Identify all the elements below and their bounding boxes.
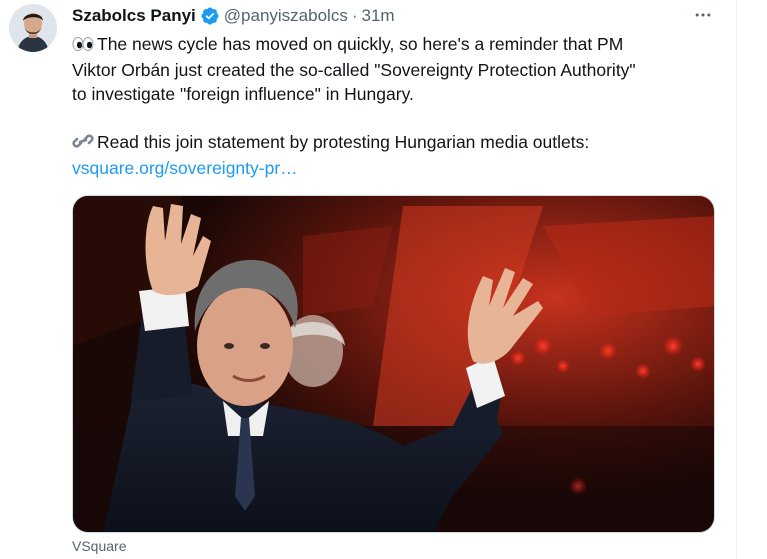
eyes-emoji-icon (72, 34, 94, 58)
author-name[interactable]: Szabolcs Panyi (72, 6, 196, 26)
avatar[interactable] (9, 4, 57, 52)
verified-badge-icon (200, 6, 220, 26)
author-handle[interactable]: @panyiszabolcs (224, 6, 348, 26)
tweet[interactable]: Szabolcs Panyi @panyiszabolcs · 31m The … (0, 0, 767, 559)
tweet-text-line-4: Read this join statement by protesting H… (97, 132, 590, 152)
more-options-icon[interactable] (686, 4, 720, 26)
avatar-image (9, 4, 57, 52)
tweet-header: Szabolcs Panyi @panyiszabolcs · 31m (72, 5, 395, 27)
card-photo (73, 196, 714, 532)
tweet-text-line-2: Viktor Orbán just created the so-called … (72, 60, 636, 80)
text-line: The news cycle has moved on quickly, so … (72, 32, 732, 58)
tweet-text-line-1: The news cycle has moved on quickly, so … (97, 34, 624, 54)
article-link[interactable]: vsquare.org/sovereignty-pr… (72, 158, 298, 178)
timestamp[interactable]: 31m (362, 6, 395, 26)
column-divider (736, 0, 737, 559)
separator-dot: · (351, 6, 358, 25)
tweet-text: The news cycle has moved on quickly, so … (72, 32, 732, 180)
link-card-image[interactable] (72, 195, 715, 533)
tweet-text-line-3: to investigate "foreign influence" in Hu… (72, 84, 414, 104)
card-source[interactable]: VSquare (72, 538, 126, 554)
link-emoji-icon (72, 132, 94, 156)
text-line: Read this join statement by protesting H… (72, 130, 732, 156)
